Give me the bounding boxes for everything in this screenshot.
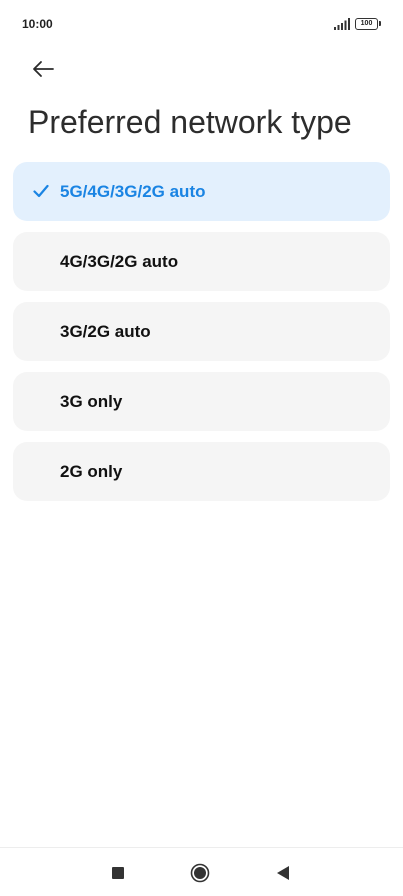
navigation-bar — [0, 847, 403, 896]
signal-icon — [334, 18, 350, 30]
status-time: 10:00 — [22, 17, 53, 31]
option-5g-4g-3g-2g-auto[interactable]: 5G/4G/3G/2G auto — [13, 162, 390, 221]
option-label: 2G only — [60, 462, 123, 481]
recents-button[interactable] — [112, 867, 124, 879]
battery-tip — [379, 21, 381, 26]
back-button[interactable] — [26, 52, 60, 86]
option-3g-only[interactable]: 3G only — [13, 372, 390, 431]
arrow-left-icon — [33, 61, 54, 77]
page-title: Preferred network type — [28, 104, 352, 140]
option-label: 4G/3G/2G auto — [60, 252, 179, 271]
option-4g-3g-2g-auto[interactable]: 4G/3G/2G auto — [13, 232, 390, 291]
battery-level: 100 — [355, 18, 378, 30]
battery-icon: 100 — [355, 18, 381, 30]
nav-back-button[interactable] — [276, 865, 290, 881]
network-type-list: 5G/4G/3G/2G auto 4G/3G/2G auto 3G/2G aut… — [13, 162, 390, 512]
option-label: 5G/4G/3G/2G auto — [60, 182, 206, 201]
option-label: 3G/2G auto — [60, 322, 151, 341]
option-label: 3G only — [60, 392, 123, 411]
check-icon — [33, 184, 49, 198]
option-3g-2g-auto[interactable]: 3G/2G auto — [13, 302, 390, 361]
option-2g-only[interactable]: 2G only — [13, 442, 390, 501]
status-bar: 10:00 100 — [0, 0, 403, 48]
home-button[interactable] — [190, 863, 210, 883]
